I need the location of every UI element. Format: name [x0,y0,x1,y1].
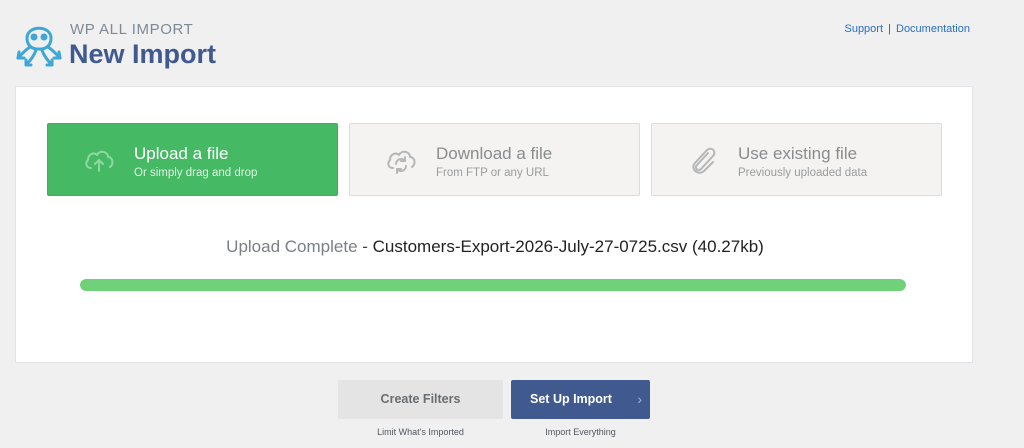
create-filters-button[interactable]: Create Filters [338,380,503,419]
tile-title: Use existing file [738,144,858,163]
top-links: Support | Documentation [844,23,970,35]
set-up-import-label: Set Up Import [530,392,612,406]
documentation-link[interactable]: Documentation [896,23,970,35]
link-separator: | [888,23,891,35]
chevron-right-icon: › [637,391,642,407]
tile-subtitle: Previously uploaded data [738,167,868,179]
paperclip-icon [692,147,716,174]
upload-status-label: Upload Complete [226,237,358,256]
set-up-import-caption: Import Everything [545,427,616,437]
header: WP ALL IMPORT New Import Support | Docum… [0,0,1024,86]
support-link[interactable]: Support [844,23,883,35]
cloud-sync-icon [387,150,416,174]
brand-name: WP ALL IMPORT [70,21,194,38]
tile-subtitle: Or simply drag and drop [134,167,258,179]
create-filters-caption: Limit What's Imported [377,427,464,437]
existing-file-tile[interactable]: Use existing file Previously uploaded da… [651,123,942,196]
upload-status: Upload Complete - Customers-Export-2026-… [16,237,974,257]
set-up-import-button[interactable]: Set Up Import › [511,380,650,419]
cloud-upload-icon [85,150,114,172]
page-title: New Import [69,39,217,69]
octopus-logo-icon [16,26,62,67]
tile-subtitle: From FTP or any URL [436,167,549,179]
import-panel: Upload a file Or simply drag and drop Do… [15,86,973,363]
download-file-tile[interactable]: Download a file From FTP or any URL [349,123,640,196]
status-separator: - [357,237,373,256]
upload-progress-fill [80,279,906,291]
upload-progress-bar [80,279,906,291]
uploaded-filename: Customers-Export-2026-July-27-0725.csv [372,237,688,256]
tile-title: Download a file [436,144,553,163]
upload-file-tile[interactable]: Upload a file Or simply drag and drop [47,123,338,196]
tile-title: Upload a file [134,144,229,163]
uploaded-file-size: (40.27kb) [692,237,764,256]
